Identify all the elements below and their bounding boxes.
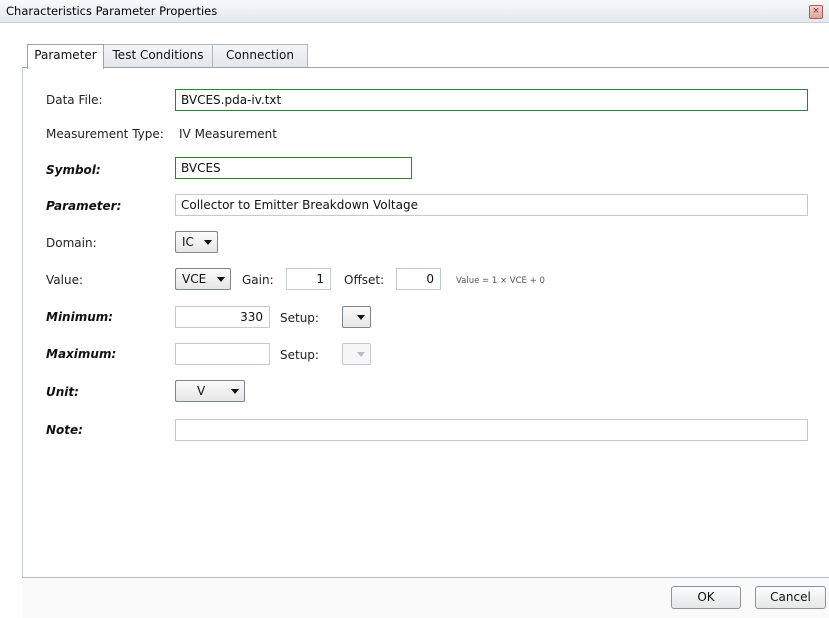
- parameter-panel: [22, 67, 829, 578]
- tab-parameter[interactable]: Parameter: [27, 44, 104, 69]
- symbol-label: Symbol:: [46, 163, 101, 177]
- unit-label: Unit:: [46, 385, 79, 399]
- minimum-label: Minimum:: [46, 310, 114, 324]
- note-label: Note:: [46, 423, 83, 437]
- cancel-button[interactable]: Cancel: [755, 586, 826, 609]
- chevron-down-icon: [217, 277, 225, 282]
- minimum-setup-label: Setup:: [280, 311, 319, 325]
- gain-field[interactable]: 1: [286, 268, 331, 290]
- value-formula: Value = 1 × VCE + 0: [456, 276, 545, 286]
- chevron-down-icon: [204, 240, 212, 245]
- value-select[interactable]: VCE: [175, 268, 231, 290]
- value-label: Value:: [46, 273, 83, 287]
- maximum-field[interactable]: [175, 343, 270, 365]
- unit-select-value: V: [197, 384, 206, 398]
- parameter-label: Parameter:: [46, 199, 122, 213]
- maximum-label: Maximum:: [46, 347, 117, 361]
- offset-field[interactable]: 0: [396, 268, 441, 290]
- tab-connection[interactable]: Connection: [212, 44, 308, 67]
- note-field[interactable]: [175, 419, 808, 441]
- offset-label: Offset:: [344, 273, 385, 287]
- maximum-setup-label: Setup:: [280, 348, 319, 362]
- maximum-setup-select: [342, 343, 371, 365]
- chevron-down-icon: [357, 315, 365, 320]
- symbol-field[interactable]: BVCES: [175, 157, 412, 179]
- parameter-field[interactable]: Collector to Emitter Breakdown Voltage: [175, 194, 808, 216]
- measurement-type-label: Measurement Type:: [46, 127, 164, 141]
- minimum-setup-select[interactable]: [342, 306, 371, 328]
- unit-select[interactable]: V: [175, 380, 245, 402]
- data-file-label: Data File:: [46, 93, 103, 107]
- title-bar: Characteristics Parameter Properties ×: [0, 0, 829, 23]
- dialog-footer: OK Cancel: [22, 577, 829, 618]
- domain-select[interactable]: IC: [175, 231, 218, 253]
- chevron-down-icon: [357, 352, 365, 357]
- ok-button[interactable]: OK: [671, 586, 741, 609]
- chevron-down-icon: [231, 389, 239, 394]
- data-file-field[interactable]: BVCES.pda-iv.txt: [175, 89, 808, 111]
- measurement-type-value: IV Measurement: [179, 127, 277, 141]
- domain-select-value: IC: [182, 235, 194, 249]
- domain-label: Domain:: [46, 236, 97, 250]
- minimum-field[interactable]: 330: [175, 306, 270, 328]
- tab-test-conditions[interactable]: Test Conditions: [102, 44, 214, 67]
- value-select-value: VCE: [182, 272, 207, 286]
- gain-label: Gain:: [242, 273, 274, 287]
- close-icon[interactable]: ×: [809, 5, 823, 19]
- window-title: Characteristics Parameter Properties: [6, 4, 218, 18]
